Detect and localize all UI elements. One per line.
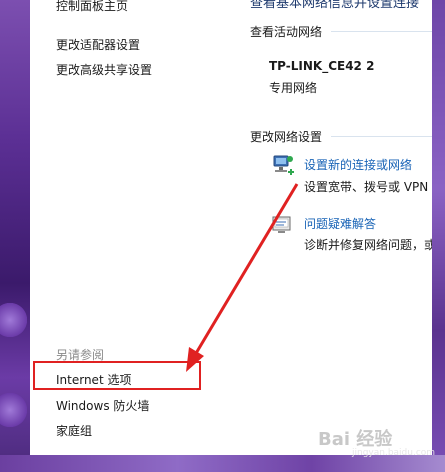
- red-arrow: [186, 183, 299, 372]
- watermark-sub: jingyan.baidu.com: [352, 448, 436, 458]
